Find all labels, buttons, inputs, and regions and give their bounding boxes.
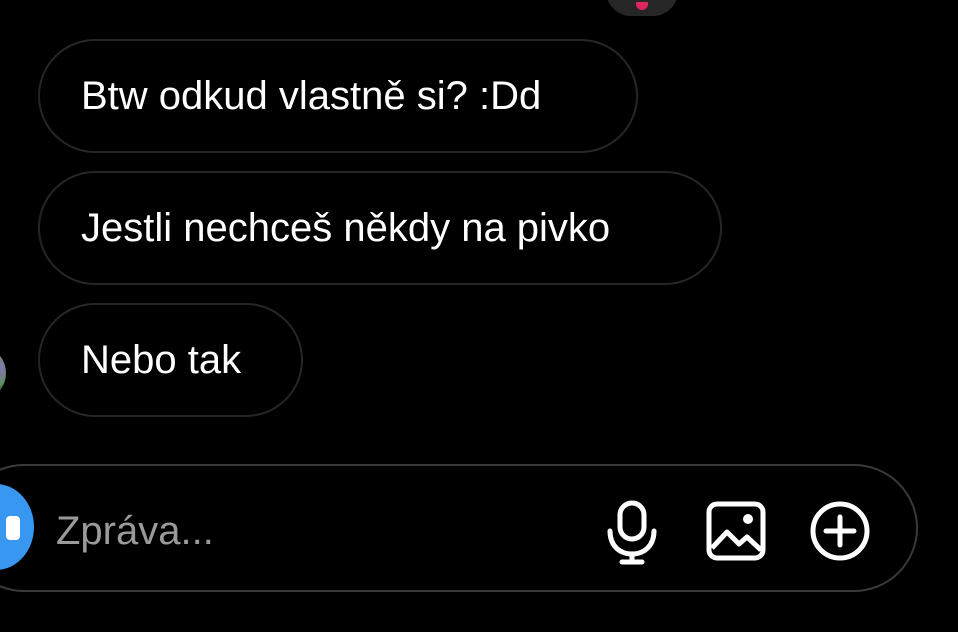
- message-bubble[interactable]: Nebo tak: [38, 303, 303, 417]
- message-input[interactable]: [56, 496, 576, 566]
- message-reaction[interactable]: [606, 0, 678, 16]
- camera-icon: [6, 516, 20, 540]
- message-bubble[interactable]: Btw odkud vlastně si? :Dd: [38, 39, 638, 153]
- add-icon: [810, 501, 870, 561]
- voice-message-button[interactable]: [599, 496, 665, 566]
- gallery-icon: [706, 501, 766, 561]
- gallery-button[interactable]: [703, 496, 769, 566]
- add-button[interactable]: [807, 496, 873, 566]
- sender-avatar[interactable]: [0, 350, 6, 396]
- microphone-icon: [607, 500, 657, 565]
- message-bubble[interactable]: Jestli nechceš někdy na pivko: [38, 171, 722, 285]
- dm-thread-screen: Btw odkud vlastně si? :Dd Jestli nechceš…: [0, 0, 958, 632]
- heart-icon: [636, 2, 648, 10]
